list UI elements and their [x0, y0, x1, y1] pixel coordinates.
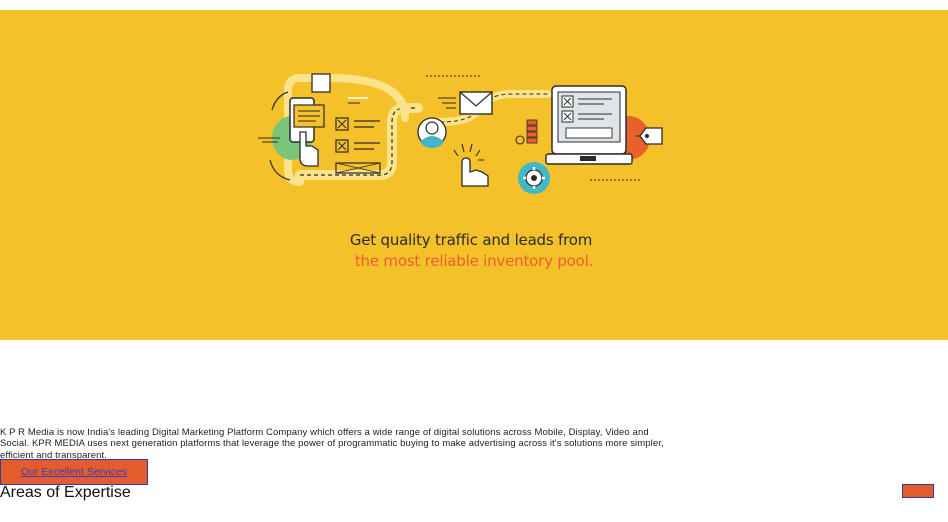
scroll-to-top-button[interactable] — [902, 484, 934, 498]
laptop-icon — [545, 85, 650, 181]
section-title: Areas of Expertise — [0, 484, 131, 501]
checklist-icon — [335, 97, 381, 174]
clicking-hand-icon — [453, 143, 489, 187]
email-icon — [426, 75, 493, 115]
user-icon — [417, 117, 447, 148]
intro-paragraph: K P R Media is now India's leading Digit… — [0, 426, 664, 461]
hero-illustration — [258, 73, 663, 194]
hero-banner: Get quality traffic and leads from the m… — [0, 10, 948, 340]
gear-icon — [518, 162, 550, 194]
smartphone-hand-icon — [258, 73, 331, 181]
services-button[interactable]: Our Excellent Services — [0, 459, 148, 485]
coins-icon — [515, 119, 538, 145]
hero-tagline-line2: the most reliable inventory pool. — [354, 252, 594, 270]
hero-tagline-line1: Get quality traffic and leads from — [349, 231, 593, 249]
